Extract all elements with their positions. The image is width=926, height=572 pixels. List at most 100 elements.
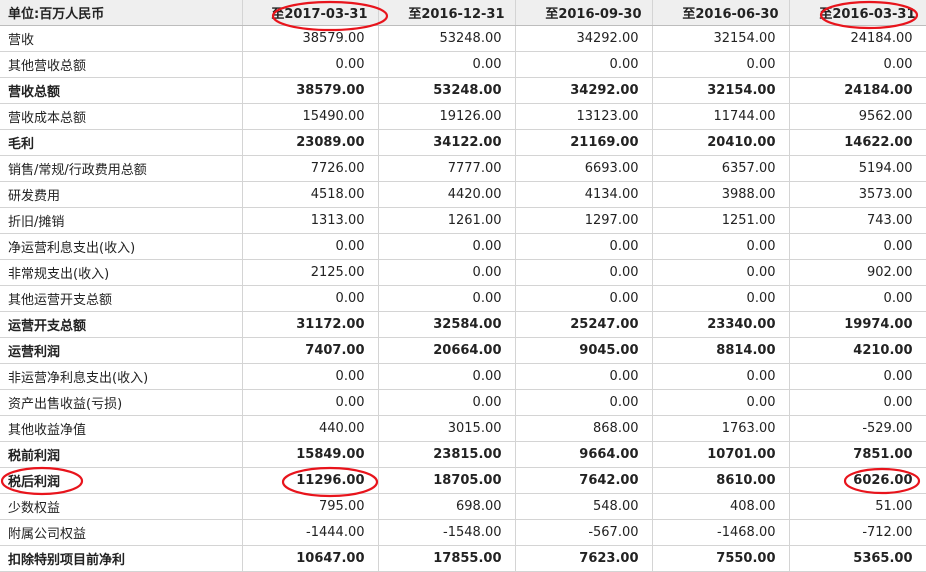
date-column-header[interactable]: 至2016-09-30 bbox=[515, 0, 653, 26]
value-cell: 0.00 bbox=[378, 363, 516, 390]
value-cell: 0.00 bbox=[515, 363, 653, 390]
header-row: 单位:百万人民币 至2017-03-31 至2016-12-31 至2016-0… bbox=[0, 0, 926, 26]
value-cell: 698.00 bbox=[378, 493, 516, 520]
table-row: 营收成本总额 15490.00 19126.00 13123.00 11744.00 95… bbox=[0, 103, 926, 130]
value-cell: 902.00 bbox=[789, 259, 926, 286]
value-cell: 21169.00 bbox=[515, 129, 653, 156]
value-cell: 7623.00 bbox=[515, 545, 653, 572]
date-column-header[interactable]: 至2016-03-31 bbox=[789, 0, 926, 26]
value-cell: 20664.00 bbox=[378, 337, 516, 364]
value-cell: 3573.00 bbox=[789, 181, 926, 208]
row-label: 营收成本总额 bbox=[0, 103, 243, 130]
value-cell: 9045.00 bbox=[515, 337, 653, 364]
value-cell: 32584.00 bbox=[378, 311, 516, 338]
value-cell: 14622.00 bbox=[789, 129, 926, 156]
value-cell: 408.00 bbox=[652, 493, 790, 520]
row-label: 其他运营开支总额 bbox=[0, 285, 243, 312]
value-cell: -1548.00 bbox=[378, 519, 516, 546]
value-cell: 4420.00 bbox=[378, 181, 516, 208]
value-cell: 743.00 bbox=[789, 207, 926, 234]
value-cell: 6026.00 bbox=[789, 467, 926, 494]
table-row: 少数权益 795.00 698.00 548.00 408.00 51.00 bbox=[0, 493, 926, 520]
table-row: 运营开支总额 31172.00 32584.00 25247.00 23340.00 19… bbox=[0, 311, 926, 338]
value-cell: 548.00 bbox=[515, 493, 653, 520]
value-cell: 7407.00 bbox=[242, 337, 379, 364]
value-cell: 6357.00 bbox=[652, 155, 790, 182]
date-column-header[interactable]: 至2016-06-30 bbox=[652, 0, 790, 26]
table-row: 销售/常规/行政费用总额 7726.00 7777.00 6693.00 6357.00… bbox=[0, 155, 926, 182]
value-cell: 24184.00 bbox=[789, 77, 926, 104]
value-cell: 7777.00 bbox=[378, 155, 516, 182]
value-cell: 7851.00 bbox=[789, 441, 926, 468]
value-cell: 11296.00 bbox=[242, 467, 379, 494]
value-cell: 795.00 bbox=[242, 493, 379, 520]
value-cell: 31172.00 bbox=[242, 311, 379, 338]
table-row: 营收 38579.00 53248.00 34292.00 32154.00 24184.… bbox=[0, 25, 926, 52]
value-cell: 24184.00 bbox=[789, 25, 926, 52]
value-cell: 4210.00 bbox=[789, 337, 926, 364]
value-cell: 34122.00 bbox=[378, 129, 516, 156]
value-cell: 1251.00 bbox=[652, 207, 790, 234]
table-row: 净运营利息支出(收入) 0.00 0.00 0.00 0.00 0.00 bbox=[0, 233, 926, 260]
value-cell: 7726.00 bbox=[242, 155, 379, 182]
row-label: 销售/常规/行政费用总额 bbox=[0, 155, 243, 182]
value-cell: 1297.00 bbox=[515, 207, 653, 234]
value-cell: 4518.00 bbox=[242, 181, 379, 208]
table-row: 附属公司权益 -1444.00 -1548.00 -567.00 -1468.00 -71… bbox=[0, 519, 926, 546]
value-cell: 53248.00 bbox=[378, 77, 516, 104]
table-row: 税后利润 11296.00 18705.00 7642.00 8610.00 6026.0… bbox=[0, 467, 926, 494]
row-label: 运营开支总额 bbox=[0, 311, 243, 338]
value-cell: 5194.00 bbox=[789, 155, 926, 182]
value-cell: 0.00 bbox=[378, 259, 516, 286]
row-label: 税前利润 bbox=[0, 441, 243, 468]
value-cell: 20410.00 bbox=[652, 129, 790, 156]
value-cell: 8814.00 bbox=[652, 337, 790, 364]
value-cell: 25247.00 bbox=[515, 311, 653, 338]
value-cell: 34292.00 bbox=[515, 77, 653, 104]
value-cell: 6693.00 bbox=[515, 155, 653, 182]
value-cell: 38579.00 bbox=[242, 25, 379, 52]
value-cell: 51.00 bbox=[789, 493, 926, 520]
value-cell: 7550.00 bbox=[652, 545, 790, 572]
row-label: 运营利润 bbox=[0, 337, 243, 364]
table-row: 其他收益净值 440.00 3015.00 868.00 1763.00 -529.00 bbox=[0, 415, 926, 442]
row-label: 税后利润 bbox=[0, 467, 243, 494]
value-cell: 0.00 bbox=[652, 51, 790, 78]
value-cell: 18705.00 bbox=[378, 467, 516, 494]
date-column-header[interactable]: 至2016-12-31 bbox=[378, 0, 516, 26]
value-cell: 0.00 bbox=[515, 51, 653, 78]
value-cell: 0.00 bbox=[789, 51, 926, 78]
table-row: 研发费用 4518.00 4420.00 4134.00 3988.00 3573.00 bbox=[0, 181, 926, 208]
value-cell: 0.00 bbox=[242, 389, 379, 416]
value-cell: 0.00 bbox=[378, 389, 516, 416]
value-cell: 1261.00 bbox=[378, 207, 516, 234]
value-cell: 9562.00 bbox=[789, 103, 926, 130]
row-label: 其他收益净值 bbox=[0, 415, 243, 442]
value-cell: -712.00 bbox=[789, 519, 926, 546]
table-row: 资产出售收益(亏损) 0.00 0.00 0.00 0.00 0.00 bbox=[0, 389, 926, 416]
value-cell: 23815.00 bbox=[378, 441, 516, 468]
value-cell: 0.00 bbox=[515, 233, 653, 260]
value-cell: -567.00 bbox=[515, 519, 653, 546]
value-cell: 17855.00 bbox=[378, 545, 516, 572]
value-cell: 0.00 bbox=[515, 259, 653, 286]
value-cell: 0.00 bbox=[789, 233, 926, 260]
row-label: 附属公司权益 bbox=[0, 519, 243, 546]
date-column-header[interactable]: 至2017-03-31 bbox=[242, 0, 379, 26]
value-cell: 10647.00 bbox=[242, 545, 379, 572]
value-cell: 8610.00 bbox=[652, 467, 790, 494]
value-cell: 9664.00 bbox=[515, 441, 653, 468]
table-row: 营收总额 38579.00 53248.00 34292.00 32154.00 2418… bbox=[0, 77, 926, 104]
value-cell: -1444.00 bbox=[242, 519, 379, 546]
unit-label: 单位:百万人民币 bbox=[0, 0, 243, 26]
value-cell: 1763.00 bbox=[652, 415, 790, 442]
value-cell: 34292.00 bbox=[515, 25, 653, 52]
row-label: 非常规支出(收入) bbox=[0, 259, 243, 286]
table-row: 税前利润 15849.00 23815.00 9664.00 10701.00 7851.… bbox=[0, 441, 926, 468]
value-cell: 0.00 bbox=[378, 51, 516, 78]
value-cell: 0.00 bbox=[789, 389, 926, 416]
row-label: 折旧/摊销 bbox=[0, 207, 243, 234]
table-row: 运营利润 7407.00 20664.00 9045.00 8814.00 4210.00 bbox=[0, 337, 926, 364]
value-cell: 1313.00 bbox=[242, 207, 379, 234]
value-cell: -1468.00 bbox=[652, 519, 790, 546]
